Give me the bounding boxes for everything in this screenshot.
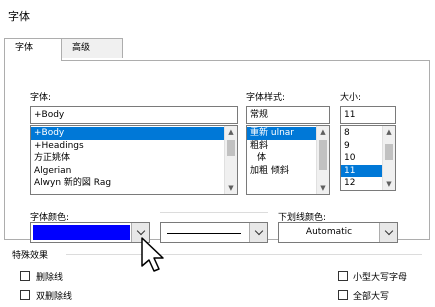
list-item[interactable]: +Headings — [31, 140, 237, 153]
underline-color-dropdown-arrow[interactable] — [379, 223, 397, 242]
size-list-scrollbar[interactable]: ▲ ▼ — [382, 126, 395, 190]
scroll-thumb[interactable] — [319, 140, 327, 170]
tab-font-label: 字体 — [15, 43, 34, 53]
scroll-thumb[interactable] — [385, 144, 393, 160]
tab-font[interactable]: 字体 — [4, 38, 62, 61]
underline-color-dropdown[interactable]: Automatic — [278, 222, 398, 243]
double-strikethrough-checkbox[interactable] — [20, 290, 30, 300]
scroll-up-icon[interactable]: ▲ — [383, 126, 395, 138]
chevron-down-icon — [254, 226, 263, 236]
font-color-swatch — [33, 225, 130, 240]
scroll-down-icon[interactable]: ▼ — [225, 182, 237, 194]
style-list-scrollbar[interactable]: ▲ ▼ — [316, 126, 329, 194]
small-caps-checkbox[interactable] — [338, 271, 348, 281]
font-input[interactable]: +Body — [30, 106, 238, 124]
scroll-up-icon[interactable]: ▲ — [317, 126, 329, 138]
underline-color-value: Automatic — [305, 227, 353, 237]
style-input[interactable]: 常规 — [246, 106, 330, 124]
font-list[interactable]: +Body +Headings 方正姚体 Algerian Alwyn 新的図 … — [30, 125, 238, 195]
all-caps-checkbox[interactable] — [338, 290, 348, 300]
double-strikethrough-label: 双删除线 — [36, 292, 73, 302]
all-caps-label: 全部大写 — [353, 292, 390, 302]
underline-style-dropdown[interactable] — [160, 222, 268, 243]
underline-style-label-divider — [160, 212, 268, 213]
list-item[interactable]: 方正姚体 — [31, 152, 237, 165]
list-item[interactable]: Alwyn 新的図 Rag — [31, 177, 237, 190]
style-list[interactable]: 重新 ulnar 粗斜 体 加粗 倾斜 ▲ ▼ — [246, 125, 330, 195]
list-item[interactable]: Algerian — [31, 165, 237, 178]
size-label: 大小: — [340, 93, 362, 103]
scroll-down-icon[interactable]: ▼ — [317, 182, 329, 194]
chevron-down-icon — [384, 226, 393, 236]
underline-style-dropdown-arrow[interactable] — [249, 223, 267, 242]
underline-style-preview — [167, 233, 241, 234]
effects-divider — [66, 254, 422, 255]
size-input[interactable]: 11 — [340, 106, 396, 124]
font-color-dropdown[interactable] — [30, 222, 150, 243]
scroll-up-icon[interactable]: ▲ — [225, 126, 237, 138]
mouse-pointer-icon — [141, 237, 164, 272]
tab-strip: 字体 高级 — [4, 38, 430, 61]
strikethrough-label: 删除线 — [36, 273, 64, 283]
size-list[interactable]: 8 9 10 11 12 ▲ ▼ — [340, 125, 396, 191]
effects-heading: 特殊效果 — [12, 251, 49, 261]
strikethrough-checkbox[interactable] — [20, 271, 30, 281]
dialog-title: 字体 — [8, 10, 30, 23]
font-label: 字体: — [30, 93, 52, 103]
chevron-down-icon — [136, 226, 145, 236]
list-item[interactable]: +Body — [31, 127, 237, 140]
tab-advanced[interactable]: 高级 — [61, 38, 123, 58]
small-caps-label: 小型大写字母 — [353, 273, 408, 283]
style-label: 字体样式: — [246, 93, 286, 103]
scroll-down-icon[interactable]: ▼ — [383, 178, 395, 190]
font-list-scrollbar[interactable]: ▲ ▼ — [224, 126, 237, 194]
tab-advanced-label: 高级 — [72, 43, 91, 53]
scroll-thumb[interactable] — [227, 140, 235, 156]
